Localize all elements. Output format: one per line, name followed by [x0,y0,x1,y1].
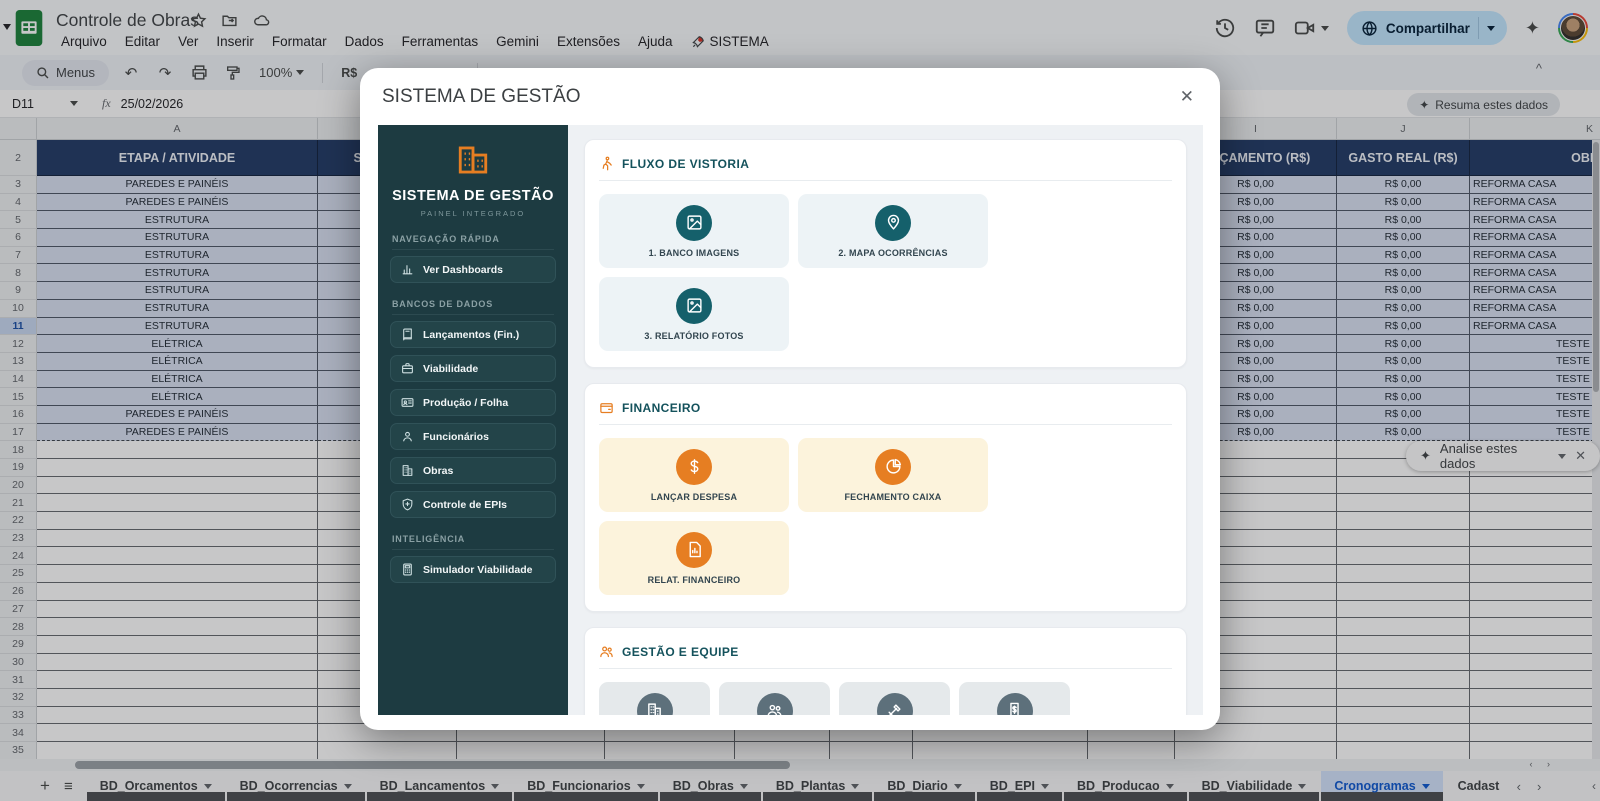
pin-icon [887,214,899,230]
section-header: FLUXO DE VISTORIA [599,152,1172,181]
shield-icon [402,498,413,511]
image-icon [686,215,702,230]
card-relat-financeiro[interactable]: RELAT. FINANCEIRO [599,521,789,595]
dollar-icon [690,459,698,474]
dialog-sidebar: SISTEMA DE GESTÃO PAINEL INTEGRADO NAVEG… [378,125,568,715]
building-icon [648,703,661,715]
image-icon [686,298,702,313]
calculator-icon [403,563,412,576]
doc-chart-icon [689,541,701,558]
app-window: Controle de Obras Arquivo Editar Ver Inseri… [0,0,1600,801]
card-3-relat-rio-fotos[interactable]: 3. RELATÓRIO FOTOS [599,277,789,351]
person-icon [403,431,412,442]
sidebar-app-name: SISTEMA DE GESTÃO [392,188,554,204]
sidebar-subtitle: PAINEL INTEGRADO [420,209,526,218]
building-logo-icon [458,146,488,174]
card-nova-obra[interactable]: NOVA OBRA [599,682,710,715]
sidebar-item-controle-de-epis[interactable]: Controle de EPIs [390,491,556,518]
card-lan-ar-despesa[interactable]: LANÇAR DESPESA [599,438,789,512]
building-icon [402,465,413,476]
section-gest-o-e-equipe: GESTÃO E EQUIPE NOVA OBRA GESTÃO DE RH ENTR… [584,627,1187,715]
card-gest-o-de-rh[interactable]: GESTÃO DE RH [719,682,830,715]
sidebar-item-produ-o-folha[interactable]: Produção / Folha [390,389,556,416]
dialog-content: FLUXO DE VISTORIA 1. BANCO IMAGENS 2. MAPA… [568,125,1203,715]
people-icon [600,646,613,658]
section-header: GESTÃO E EQUIPE [599,640,1172,669]
people-icon [767,704,782,715]
dialog-title: SISTEMA DE GESTÃO [382,85,581,107]
sidebar-group-label: INTELIGÊNCIA [392,534,554,550]
sidebar-item-viabilidade[interactable]: Viabilidade [390,355,556,382]
sidebar-item-obras[interactable]: Obras [390,457,556,484]
card-entrega-de-epis[interactable]: ENTREGA DE EPIS [839,682,950,715]
briefcase-icon [402,363,413,374]
tools-icon [888,704,901,715]
sidebar-item-simulador-viabilidade[interactable]: Simulador Viabilidade [390,556,556,583]
walk-icon [602,156,612,171]
sidebar-item-lan-amentos-fin-[interactable]: Lançamentos (Fin.) [390,321,556,348]
sidebar-item-ver-dashboards[interactable]: Ver Dashboards [390,256,556,283]
section-financeiro: FINANCEIRO LANÇAR DESPESA FECHAMENTO CAIXA… [584,383,1187,612]
section-header: FINANCEIRO [599,396,1172,425]
close-icon[interactable]: ✕ [1176,83,1198,111]
card-2-mapa-ocorr-ncias[interactable]: 2. MAPA OCORRÊNCIAS [798,194,988,268]
sidebar-group-label: NAVEGAÇÃO RÁPIDA [392,234,554,250]
sidebar-group-label: BANCOS DE DADOS [392,299,554,315]
ledger-icon [403,328,412,341]
wallet-icon [600,403,613,414]
sidebar-item-funcion-rios[interactable]: Funcionários [390,423,556,450]
sistema-gestao-dialog: SISTEMA DE GESTÃO ✕ SISTEMA DE GESTÃO PA… [360,68,1220,730]
card-fechamento-caixa[interactable]: FECHAMENTO CAIXA [798,438,988,512]
receipt-dollar-icon [1010,702,1019,715]
idcard-icon [401,398,414,407]
pie-icon [885,458,901,474]
chart-icon [402,265,413,275]
card-1-banco-imagens[interactable]: 1. BANCO IMAGENS [599,194,789,268]
card-fechar-folha[interactable]: FECHAR FOLHA [959,682,1070,715]
section-fluxo-de-vistoria: FLUXO DE VISTORIA 1. BANCO IMAGENS 2. MAPA… [584,139,1187,368]
